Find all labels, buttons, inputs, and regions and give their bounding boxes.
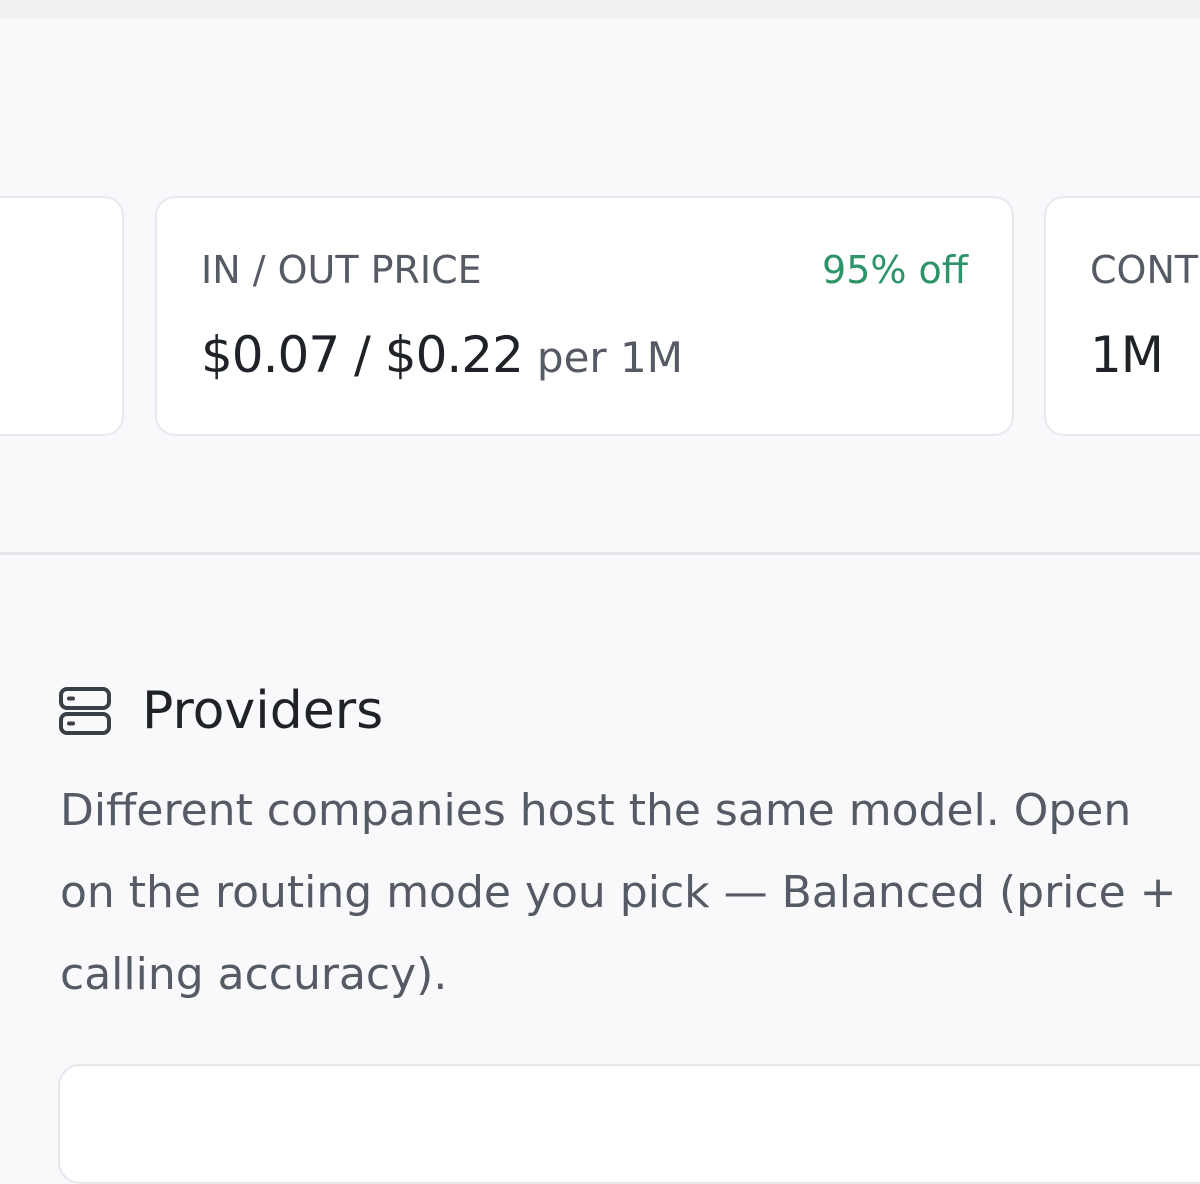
providers-table-panel	[58, 1064, 1200, 1184]
description-line: calling accuracy).	[60, 949, 448, 1000]
stat-card-context: CONT 1M	[1044, 196, 1200, 436]
providers-description: Different companies host the same model.…	[60, 770, 1200, 1016]
price-unit: per 1M	[536, 333, 683, 382]
price-value: $0.07 / $0.22	[201, 326, 524, 384]
description-line: on the routing mode you pick — Balanced …	[60, 867, 1177, 918]
description-line: Different companies host the same model.…	[60, 785, 1132, 836]
providers-header: Providers	[58, 676, 383, 746]
price-label: IN / OUT PRICE	[201, 248, 482, 292]
stat-card-previous	[0, 196, 124, 436]
context-value-row: 1M	[1090, 326, 1164, 384]
top-strip	[0, 0, 1200, 18]
discount-badge: 95% off	[822, 248, 968, 292]
section-divider	[0, 552, 1200, 555]
providers-title: Providers	[142, 681, 384, 741]
price-value-row: $0.07 / $0.22 per 1M	[201, 326, 683, 384]
context-label: CONT	[1090, 248, 1199, 292]
server-stack-icon	[59, 687, 111, 735]
context-value: 1M	[1090, 326, 1164, 384]
stat-card-price: IN / OUT PRICE 95% off $0.07 / $0.22 per …	[155, 196, 1014, 436]
